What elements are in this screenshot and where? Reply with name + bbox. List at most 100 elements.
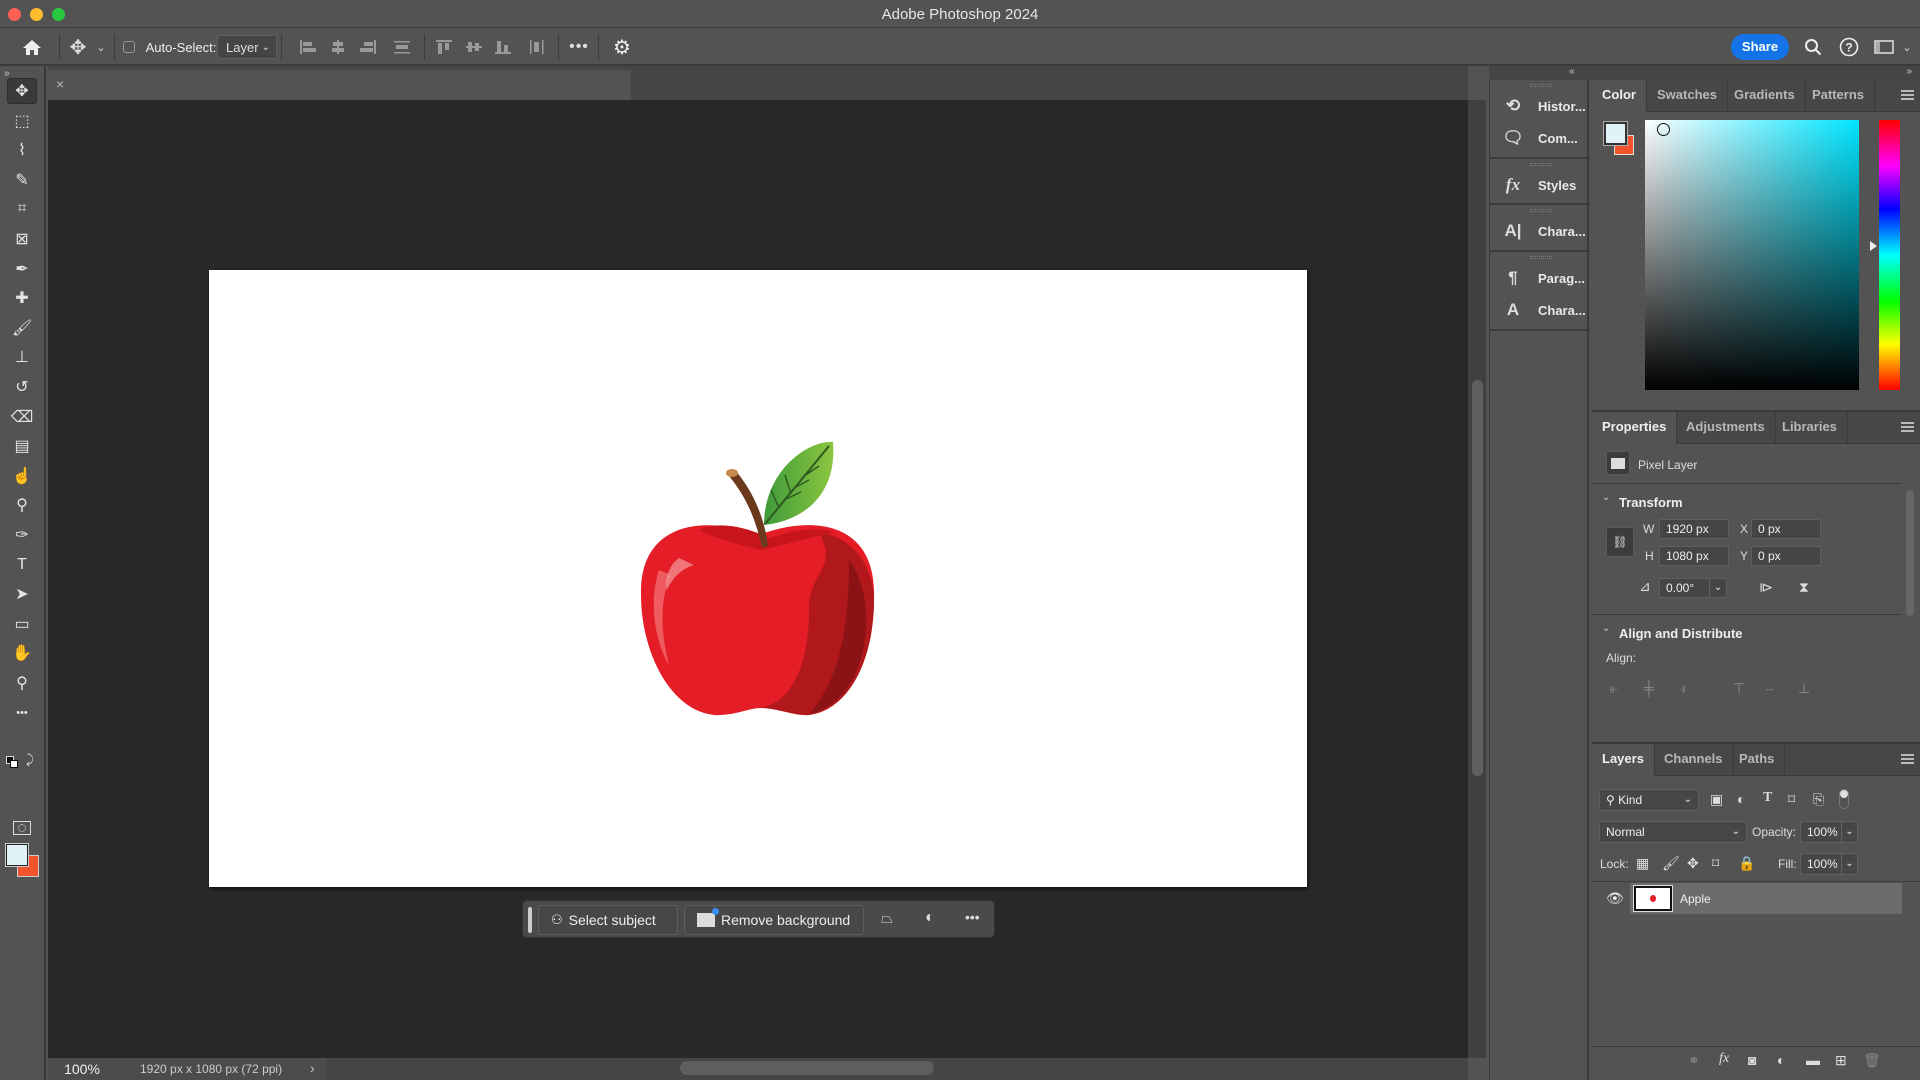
eyedropper-tool[interactable]: ✒ [7,256,37,282]
minimize-window-button[interactable] [30,8,43,21]
chevron-down-icon[interactable]: ⌄ [1841,822,1857,842]
tab-swatches[interactable]: Swatches [1647,80,1728,112]
tab-layers[interactable]: Layers [1592,744,1655,776]
y-position-field[interactable]: 0 px [1751,546,1821,566]
hand-tool[interactable]: ✋ [7,640,37,666]
drag-handle[interactable] [528,907,532,933]
close-window-button[interactable] [8,8,21,21]
align-center-button[interactable]: ╪ [1644,680,1654,696]
layer-name[interactable]: Apple [1680,892,1711,906]
styles-panel-button[interactable]: fx Styles [1500,171,1586,199]
align-horizontal-centers-button[interactable] [326,28,350,66]
height-field[interactable]: 1080 px [1659,546,1729,566]
more-options-button[interactable]: ••• [564,28,594,66]
smudge-tool[interactable]: ☝ [7,463,37,489]
filter-adjustment-button[interactable]: ◐ [1737,791,1745,807]
distribute-vertical-button[interactable] [390,28,414,66]
quick-mask-button[interactable] [7,815,37,841]
align-top-edges-button[interactable] [432,28,456,66]
tab-patterns[interactable]: Patterns [1802,80,1876,112]
align-middle-button[interactable]: ⧿ [1766,680,1773,697]
panel-menu-icon[interactable] [1901,754,1914,764]
lasso-tool[interactable]: ⌇ [7,137,37,163]
auto-select-checkbox[interactable] [122,28,136,66]
align-bottom-edges-button[interactable] [491,28,515,66]
expand-panels-icon[interactable]: » [1906,66,1912,77]
hue-slider[interactable] [1879,120,1900,390]
align-top-button[interactable]: ⊤ [1733,680,1745,697]
align-right-edges-button[interactable] [356,28,380,66]
x-position-field[interactable]: 0 px [1751,519,1821,539]
share-button[interactable]: Share [1731,34,1789,60]
paragraph-styles-panel-button[interactable]: ¶ Parag... [1500,264,1586,292]
layer-visibility-toggle[interactable]: 👁 [1606,890,1624,907]
tab-gradients[interactable]: Gradients [1724,80,1806,112]
new-layer-button[interactable]: ⊞ [1835,1052,1847,1069]
select-subject-button[interactable]: ⚇ Select subject [538,905,678,935]
horizontal-scrollbar-thumb[interactable] [680,1061,934,1075]
help-button[interactable]: ? [1837,28,1861,66]
filter-smart-object-button[interactable]: ⎘ [1813,791,1824,808]
spot-healing-brush-tool[interactable]: ✚ [7,285,37,311]
character-styles-panel-button[interactable]: A Chara... [1500,296,1586,324]
close-document-icon[interactable]: × [56,76,64,92]
rectangular-marquee-tool[interactable]: ⬚ [7,108,37,134]
align-left-button[interactable]: ⫦ [1610,680,1618,697]
brush-tool[interactable]: 🖌 [7,315,37,341]
character-panel-button[interactable]: A| Chara... [1500,217,1586,245]
search-button[interactable] [1801,28,1825,66]
filter-shape-button[interactable]: ⌑ [1788,791,1795,808]
vertical-scrollbar[interactable] [1468,100,1486,1058]
transform-collapse-icon[interactable]: ⌄ [1602,492,1610,503]
layer-row-apple[interactable]: Apple [1630,883,1902,914]
document-canvas[interactable] [209,270,1307,887]
tool-preset-chevron-icon[interactable]: ⌄ [94,28,108,66]
home-button[interactable] [18,28,46,66]
filter-type-button[interactable]: T [1763,790,1772,806]
lock-all-button[interactable]: 🔒 [1738,855,1755,872]
align-left-edges-button[interactable] [296,28,320,66]
align-collapse-icon[interactable]: ⌄ [1602,623,1610,634]
crop-tool[interactable]: ⌗ [7,196,37,222]
tab-paths[interactable]: Paths [1729,744,1786,776]
history-brush-tool[interactable]: ↺ [7,374,37,400]
document-info-arrow-icon[interactable]: › [310,1060,315,1076]
adjustment-button[interactable]: ◐ [925,909,935,927]
gradient-tool[interactable]: ▤ [7,433,37,459]
width-field[interactable]: 1920 px [1659,519,1729,539]
tab-libraries[interactable]: Libraries [1772,412,1848,444]
lock-image-pixels-button[interactable]: 🖌 [1662,855,1680,872]
maximize-window-button[interactable] [52,8,65,21]
link-dimensions-button[interactable]: ⛓ [1606,527,1634,557]
settings-button[interactable]: ⚙ [608,28,636,66]
lock-position-button[interactable]: ✥ [1687,855,1699,872]
layer-filter-kind-dropdown[interactable]: ⚲ Kind ⌄ [1599,789,1699,811]
lock-transparent-pixels-button[interactable]: ▦ [1636,855,1649,872]
zoom-level[interactable]: 100% [48,1058,116,1080]
frame-tool[interactable]: ⊠ [7,226,37,252]
new-adjustment-layer-button[interactable]: ◐ [1777,1052,1785,1068]
workspace-chevron-icon[interactable]: ⌄ [1900,28,1914,66]
delete-layer-button[interactable]: 🗑 [1863,1052,1881,1069]
workspace-button[interactable] [1872,28,1896,66]
add-layer-style-button[interactable]: fx [1719,1051,1729,1067]
flip-horizontal-button[interactable]: ⧐ [1759,579,1773,596]
pen-tool[interactable]: ✑ [7,522,37,548]
document-info[interactable]: 1920 px x 1080 px (72 ppi) [116,1058,326,1080]
tab-adjustments[interactable]: Adjustments [1676,412,1776,444]
default-colors-icon[interactable] [6,756,18,768]
quick-selection-tool[interactable]: ✎ [7,167,37,193]
eraser-tool[interactable]: ⌫ [7,404,37,430]
filter-toggle[interactable] [1839,789,1849,809]
new-group-button[interactable]: ▬ [1806,1052,1820,1068]
remove-background-button[interactable]: Remove background [684,905,864,935]
rectangle-tool[interactable]: ▭ [7,611,37,637]
vertical-scrollbar-thumb[interactable] [1472,380,1483,776]
dodge-tool[interactable]: ⚲ [7,492,37,518]
clone-stamp-tool[interactable]: ⊥ [7,344,37,370]
transform-button[interactable]: ⏢ [881,910,893,927]
flip-vertical-button[interactable]: ⧗ [1799,579,1809,596]
panel-menu-icon[interactable] [1901,90,1914,100]
collapse-panels-icon[interactable]: « [1569,66,1575,77]
opacity-field[interactable]: 100% ⌄ [1800,821,1858,843]
